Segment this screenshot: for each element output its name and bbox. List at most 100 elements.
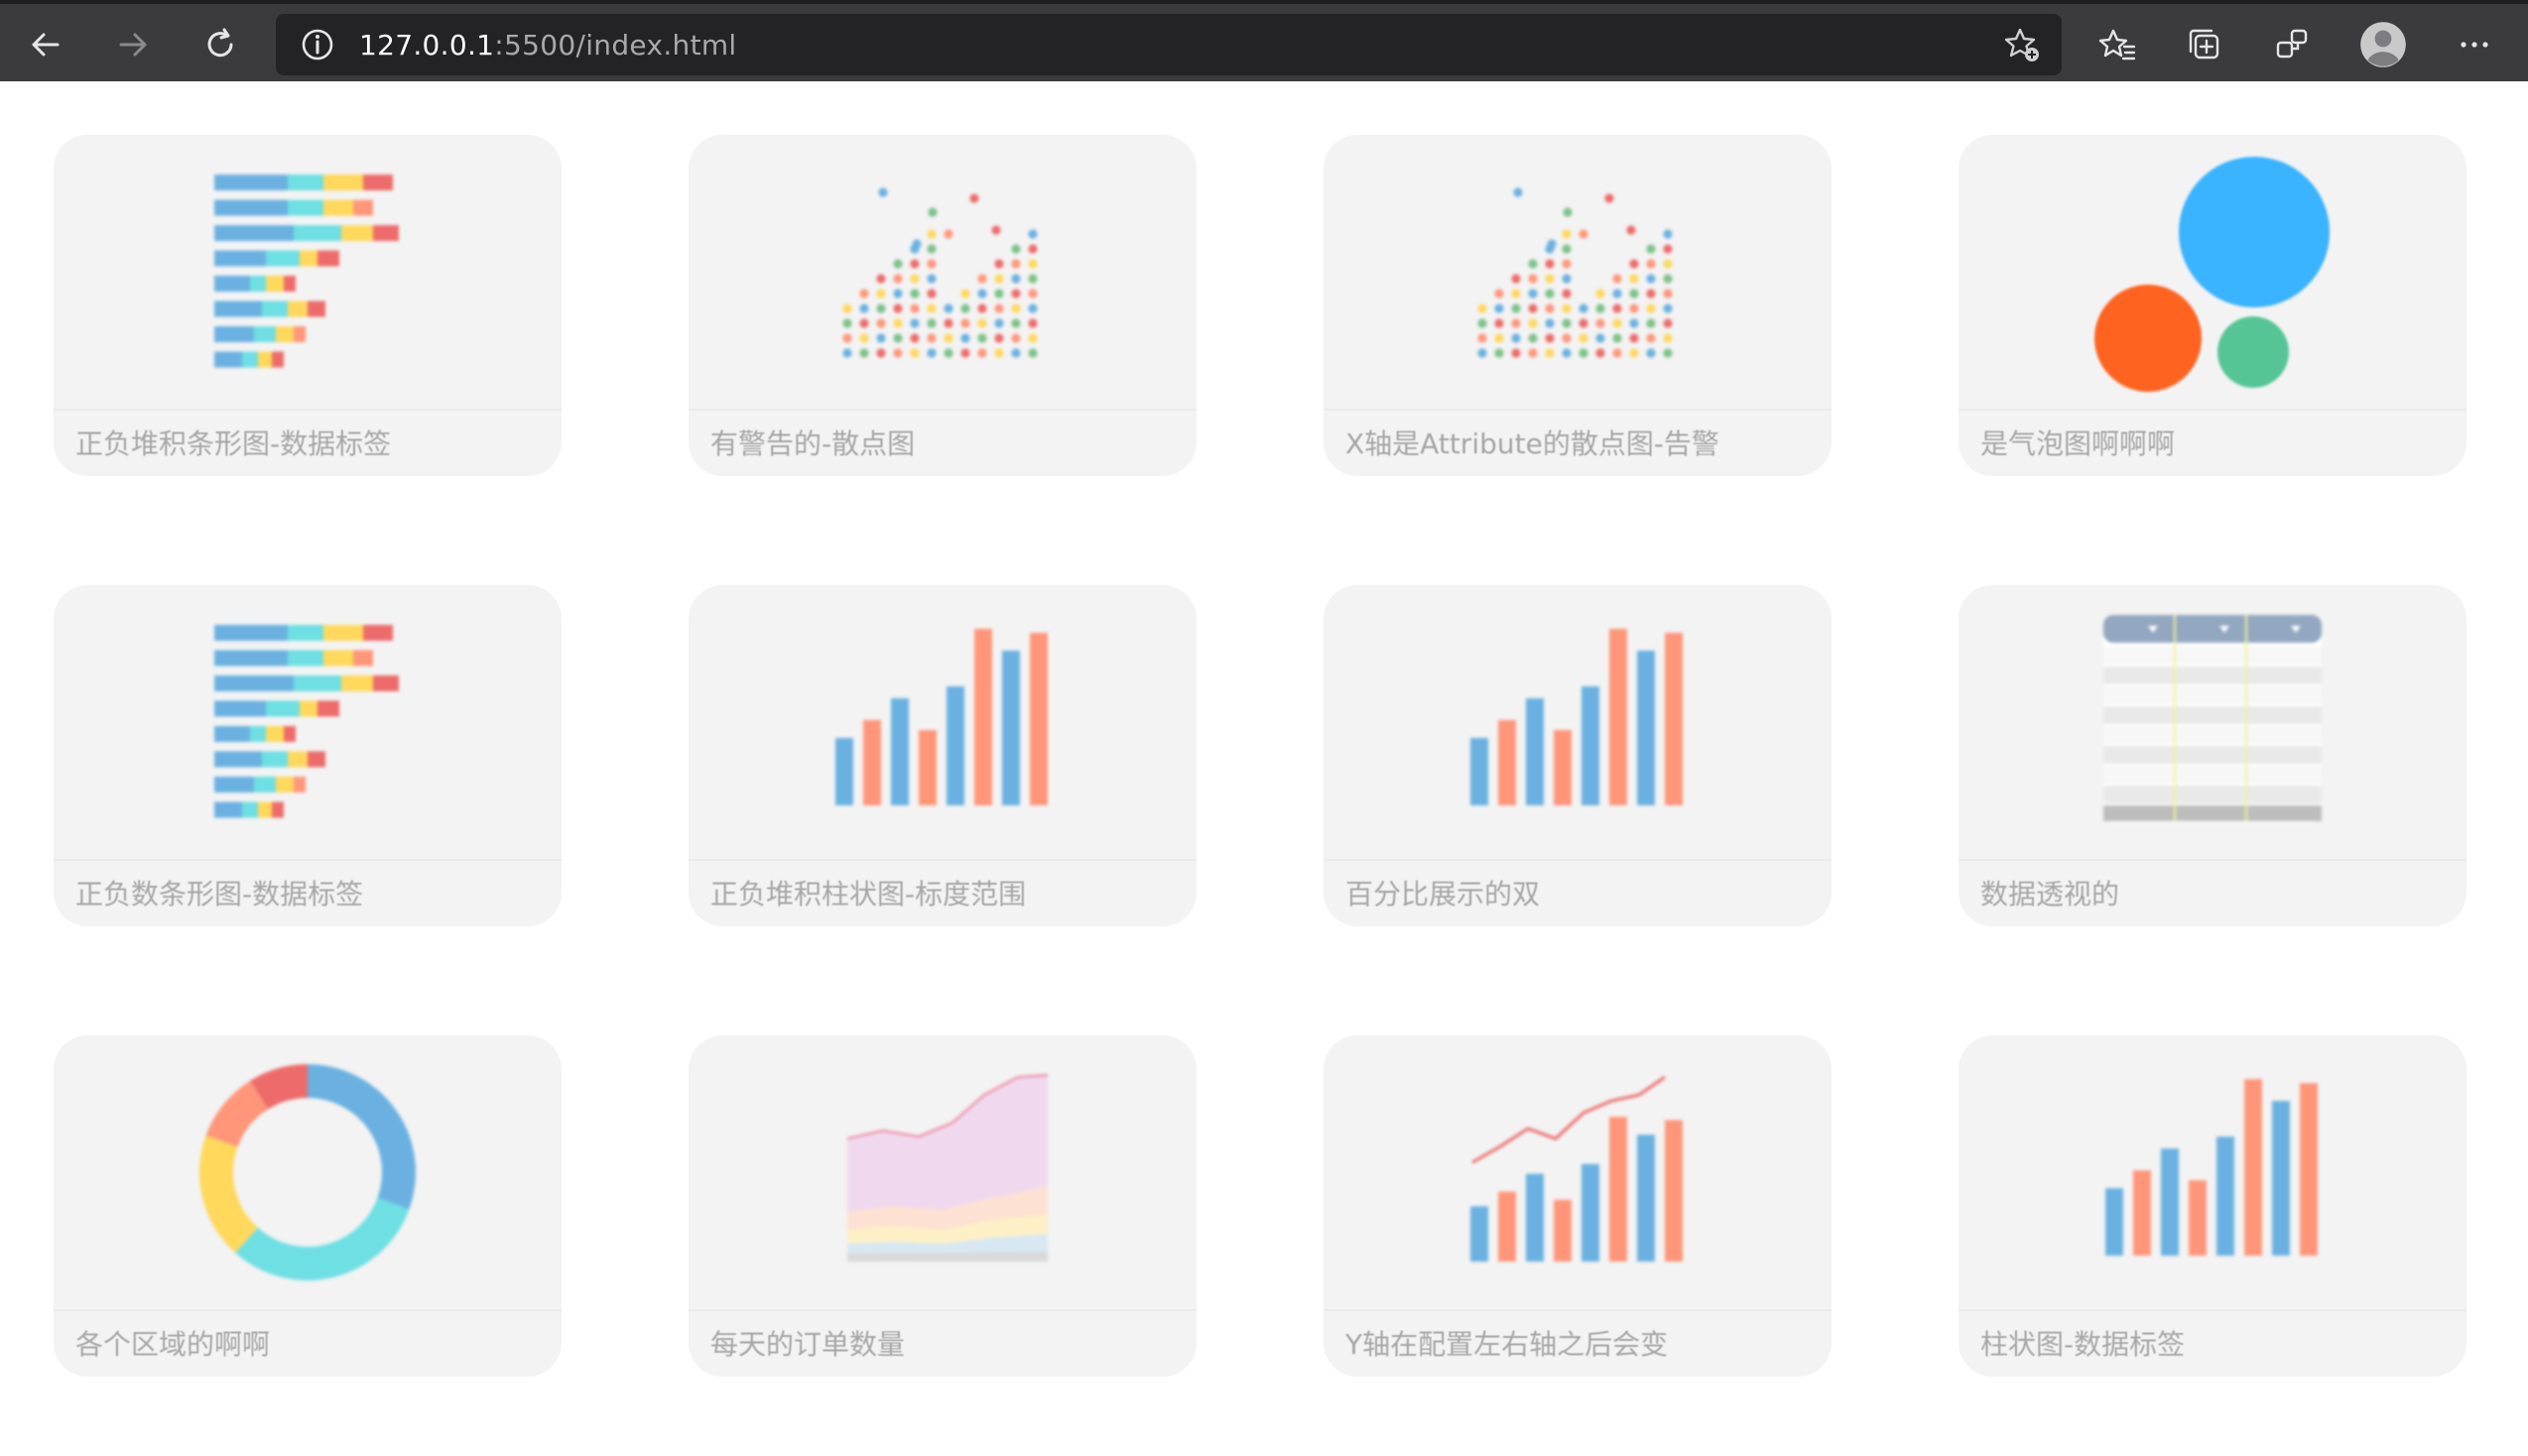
scatter-point	[1528, 348, 1538, 358]
bar-segment	[254, 326, 276, 342]
column-bar	[2133, 1170, 2151, 1256]
scatter-point	[960, 333, 970, 343]
scatter-point	[1646, 333, 1656, 343]
scatter-point	[1562, 348, 1572, 358]
bar-segment	[294, 326, 306, 342]
column-bar	[2244, 1079, 2262, 1256]
bar-segment	[214, 675, 294, 691]
scatter-point	[1562, 318, 1572, 328]
scatter-point	[1646, 244, 1656, 254]
scatter-point	[893, 259, 903, 269]
card-title: 百分比展示的双	[1345, 878, 1541, 910]
scatter-point	[859, 318, 869, 328]
more-button[interactable]	[2445, 18, 2504, 71]
pivot-row	[2103, 706, 2322, 724]
column-thumbnail	[1324, 585, 1832, 859]
scatter-point	[994, 348, 1004, 358]
chart-card[interactable]: X轴是Attribute的散点图-告警	[1324, 135, 1832, 476]
scatter-point	[927, 333, 937, 343]
scatter-point	[1663, 303, 1673, 313]
column-line-thumbnail	[1324, 1035, 1832, 1309]
bar-segment	[373, 225, 399, 241]
column-bar	[1609, 1117, 1627, 1262]
scatter-point	[893, 318, 903, 328]
chart-card[interactable]: 正负堆积条形图-数据标签	[54, 135, 562, 476]
card-divider	[1324, 859, 1832, 861]
bar-segment	[363, 625, 393, 641]
scatter-point	[969, 193, 979, 203]
extensions-button[interactable]	[2262, 18, 2322, 71]
url-text[interactable]: 127.0.0.1:5500/index.html	[359, 29, 737, 61]
bar-segment	[284, 276, 296, 292]
scatter-point	[876, 333, 886, 343]
scatter-point	[1477, 333, 1487, 343]
scatter-point	[1595, 289, 1605, 299]
area-thumbnail	[689, 1035, 1197, 1309]
bar-segment	[250, 276, 266, 292]
bar-segment	[276, 777, 294, 792]
scatter-point	[928, 207, 938, 217]
profile-button[interactable]	[2353, 18, 2413, 71]
favorites-button[interactable]	[2087, 18, 2147, 71]
address-bar[interactable]: 127.0.0.1:5500/index.html	[276, 14, 2062, 75]
scatter-point	[878, 187, 888, 197]
scatter-point	[1562, 333, 1572, 343]
card-divider	[1324, 1309, 1832, 1311]
scatter-point	[1011, 259, 1021, 269]
scatter-point	[927, 274, 937, 284]
bar-segment	[214, 301, 262, 317]
collections-button[interactable]	[2175, 18, 2234, 71]
scatter-point	[910, 289, 920, 299]
scatter-point	[910, 303, 920, 313]
back-button[interactable]	[16, 18, 75, 71]
bar-segment	[323, 199, 353, 216]
chart-card[interactable]: 数据透视的	[1959, 585, 2466, 926]
bar-segment	[214, 751, 262, 768]
scatter-point	[1477, 318, 1487, 328]
scatter-point	[876, 289, 886, 299]
scatter-point	[876, 318, 886, 328]
chart-card[interactable]: 正负数条形图-数据标签	[54, 585, 562, 926]
column-bar	[2216, 1137, 2234, 1256]
scatter-point	[1562, 244, 1572, 254]
column-bar	[1526, 698, 1544, 805]
column-bar	[1637, 1135, 1655, 1262]
scatter-point	[876, 303, 886, 313]
chart-card[interactable]: 是气泡图啊啊啊	[1959, 135, 2466, 476]
bar-segment	[242, 351, 258, 368]
donut-segment	[307, 1064, 416, 1210]
chart-card[interactable]: 各个区域的啊啊	[54, 1035, 562, 1377]
refresh-button[interactable]	[190, 18, 250, 71]
chart-card[interactable]: 有警告的-散点图	[689, 135, 1197, 476]
bar-segment	[254, 777, 276, 792]
bar-segment	[300, 700, 317, 717]
bar-segment	[242, 801, 258, 818]
scatter-point	[960, 303, 970, 313]
forward-button[interactable]	[103, 18, 163, 71]
bar-segment	[294, 777, 306, 792]
scatter-point	[876, 274, 886, 284]
pivot-footer	[2103, 805, 2322, 821]
scatter-point	[859, 333, 869, 343]
chart-card[interactable]: 百分比展示的双	[1324, 585, 1832, 926]
bar-segment	[214, 726, 250, 742]
scatter-point	[1494, 303, 1504, 313]
chart-card[interactable]: 正负堆积柱状图-标度范围	[689, 585, 1197, 926]
chart-card[interactable]: Y轴在配置左右轴之后会变	[1324, 1035, 1832, 1377]
scatter-point	[1663, 274, 1673, 284]
bar-segment	[262, 301, 288, 317]
bar-segment	[250, 726, 266, 742]
bar-segment	[288, 751, 308, 768]
scatter-point	[1511, 333, 1521, 343]
chart-card[interactable]: 柱状图-数据标签	[1959, 1035, 2466, 1377]
scatter-point	[893, 333, 903, 343]
scatter-point	[912, 239, 922, 249]
chart-card[interactable]: 每天的订单数量	[689, 1035, 1197, 1377]
scatter-point	[927, 289, 937, 299]
star-add-icon[interactable]	[2002, 25, 2042, 64]
column-bar	[1581, 1163, 1599, 1262]
scatter-point	[960, 289, 970, 299]
info-icon[interactable]	[298, 25, 337, 64]
bar-segment	[214, 351, 242, 368]
pivot-table-thumbnail	[1959, 585, 2466, 859]
